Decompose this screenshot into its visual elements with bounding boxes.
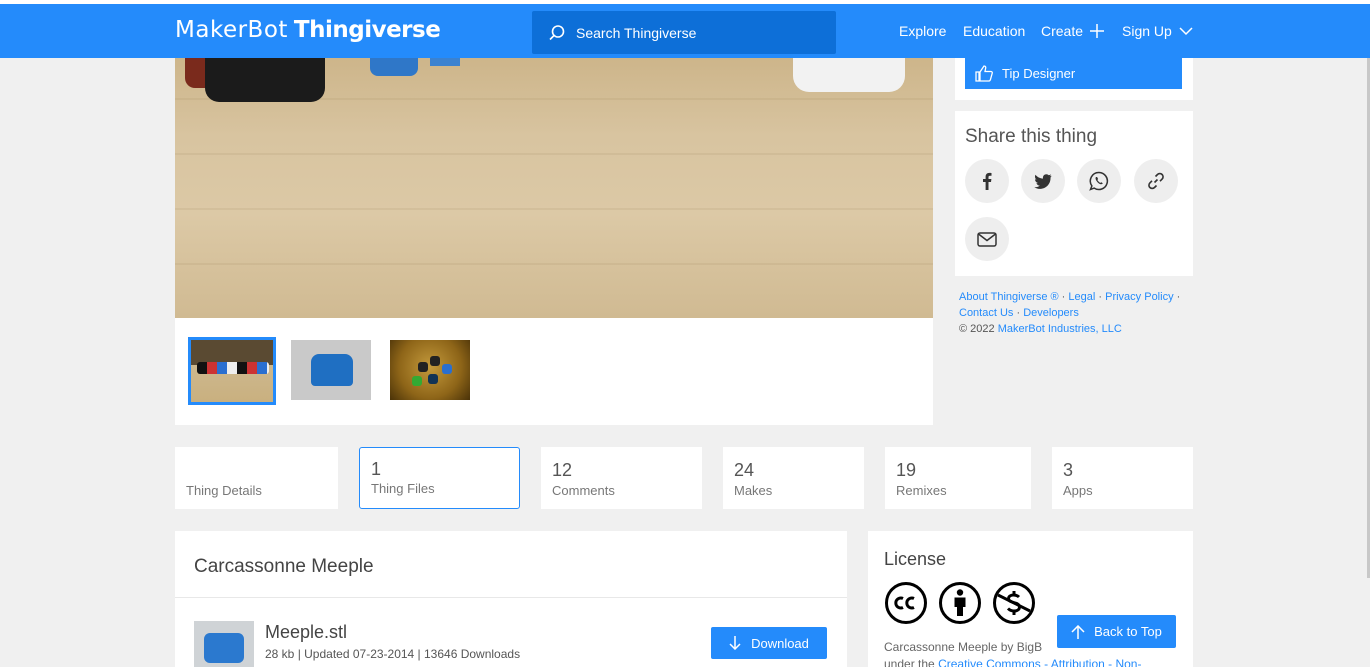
tab-label: Remixes <box>896 483 947 498</box>
download-button[interactable]: Download <box>711 627 827 659</box>
plus-icon <box>1090 24 1105 38</box>
copyright-text: © 2022 <box>959 323 995 335</box>
search-placeholder: Search Thingiverse <box>576 24 697 41</box>
back-to-top-label: Back to Top <box>1094 624 1162 639</box>
noncommercial-icon[interactable] <box>992 581 1036 625</box>
search-icon <box>549 24 565 40</box>
nav-explore-label: Explore <box>899 23 947 39</box>
tab-label: Thing Files <box>371 481 435 496</box>
tab-label: Apps <box>1063 483 1093 498</box>
tab-makes[interactable]: 24 Makes <box>723 447 864 509</box>
blue-meeple-shape <box>430 58 460 66</box>
attribution-icon[interactable] <box>938 581 982 625</box>
legal-link[interactable]: Legal <box>1068 291 1095 303</box>
share-panel: Share this thing <box>955 111 1193 276</box>
company-link[interactable]: MakerBot Industries, LLC <box>998 323 1122 335</box>
chevron-down-icon <box>1179 26 1193 35</box>
footer-line-1: About Thingiverse ® · Legal · Privacy Po… <box>959 291 1181 303</box>
nav-signup-label: Sign Up <box>1122 23 1172 39</box>
file-thumbnail[interactable] <box>194 621 254 667</box>
footer-line-2: Contact Us · Developers <box>959 307 1079 319</box>
logo-name: Thingiverse <box>293 17 441 43</box>
footer-links: About Thingiverse ® · Legal · Privacy Po… <box>959 289 1189 337</box>
license-text: Carcassonne Meeple by BigB <box>884 640 1043 654</box>
nav-signup[interactable]: Sign Up <box>1122 4 1193 58</box>
gallery-thumbnail-2[interactable] <box>291 340 371 400</box>
license-title: License <box>884 549 947 569</box>
tab-count: 12 <box>552 460 573 480</box>
site-logo[interactable]: MakerBot Thingiverse <box>175 17 441 43</box>
whatsapp-icon[interactable] <box>1077 159 1121 203</box>
about-link[interactable]: About Thingiverse ® <box>959 291 1059 303</box>
tip-designer-button[interactable]: Tip Designer <box>965 58 1182 89</box>
tab-label: Thing Details <box>186 483 262 498</box>
gallery-thumbnail-3[interactable] <box>390 340 470 400</box>
site-header: MakerBot Thingiverse Search Thingiverse E… <box>0 4 1370 58</box>
privacy-link[interactable]: Privacy Policy <box>1105 291 1173 303</box>
back-to-top-button[interactable]: Back to Top <box>1057 615 1176 648</box>
tab-count: 24 <box>734 460 755 480</box>
divider <box>175 597 847 598</box>
thing-files-panel: Carcassonne Meeple Meeple.stl 28 kb | Up… <box>175 531 847 667</box>
tab-count: 1 <box>371 459 382 479</box>
email-icon[interactable] <box>965 217 1009 261</box>
share-title: Share this thing <box>965 126 1098 147</box>
nav-create-label: Create <box>1041 23 1084 39</box>
search-input[interactable]: Search Thingiverse <box>532 11 836 54</box>
twitter-icon[interactable] <box>1021 159 1065 203</box>
tab-remixes[interactable]: 19 Remixes <box>885 447 1031 509</box>
developers-link[interactable]: Developers <box>1023 307 1079 319</box>
gallery-thumbnail-1[interactable] <box>188 337 276 405</box>
nav-create[interactable]: Create <box>1041 4 1105 58</box>
thing-title: Carcassonne Meeple <box>194 556 374 577</box>
download-arrow-icon <box>729 636 741 650</box>
arrow-up-icon <box>1071 624 1085 639</box>
tab-count: 3 <box>1063 460 1074 480</box>
file-meta: 28 kb | Updated 07-23-2014 | 13646 Downl… <box>265 647 521 661</box>
download-label: Download <box>751 635 809 651</box>
tab-thing-files[interactable]: 1 Thing Files <box>359 447 520 509</box>
white-meeple-shape <box>793 58 905 92</box>
license-prefix: under the <box>884 657 935 667</box>
tip-designer-label: Tip Designer <box>1002 66 1076 81</box>
logo-prefix: MakerBot <box>175 17 288 43</box>
nav-education-label: Education <box>963 23 1026 39</box>
tab-label: Makes <box>734 483 773 498</box>
thumbs-up-icon <box>975 65 993 82</box>
tip-designer-panel: Tip Designer <box>955 58 1193 100</box>
black-meeple-shape <box>205 58 325 102</box>
image-gallery <box>175 58 933 425</box>
blue-meeple-shape <box>370 58 418 76</box>
tab-label: Comments <box>552 483 615 498</box>
license-text-2: under the Creative Commons - Attribution… <box>884 657 1141 667</box>
tab-thing-details[interactable]: Thing Details <box>175 447 338 509</box>
license-link[interactable]: Creative Commons - Attribution - Non- <box>938 657 1141 667</box>
file-name: Meeple.stl <box>265 622 348 642</box>
facebook-icon[interactable] <box>965 159 1009 203</box>
contact-link[interactable]: Contact Us <box>959 307 1013 319</box>
nav-education[interactable]: Education <box>963 4 1025 58</box>
nav-explore[interactable]: Explore <box>899 4 946 58</box>
main-image[interactable] <box>175 58 933 318</box>
tab-count: 19 <box>896 460 917 480</box>
footer-line-3: © 2022 MakerBot Industries, LLC <box>959 321 1189 337</box>
tab-apps[interactable]: 3 Apps <box>1052 447 1193 509</box>
cc-icon[interactable] <box>884 581 928 625</box>
link-icon[interactable] <box>1134 159 1178 203</box>
tab-comments[interactable]: 12 Comments <box>541 447 702 509</box>
